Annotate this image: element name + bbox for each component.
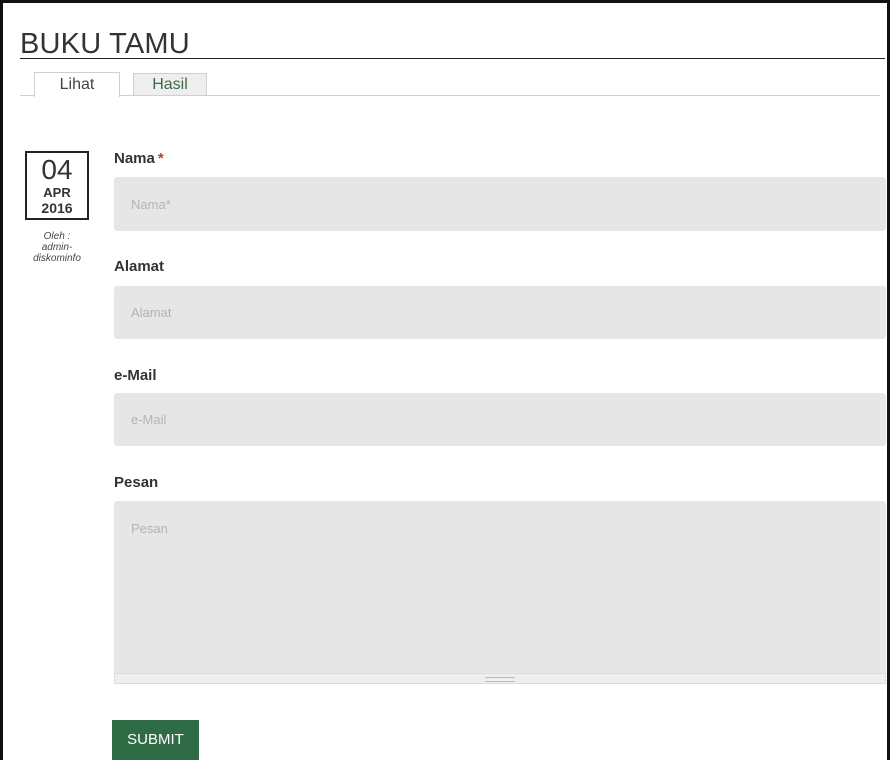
nama-label: Nama * <box>114 150 164 168</box>
nama-label-text: Nama <box>114 150 155 167</box>
post-date-month: APR <box>43 185 71 200</box>
grip-lines-icon <box>485 677 515 682</box>
title-divider <box>20 58 885 59</box>
post-date-badge: 04 APR 2016 <box>25 151 89 220</box>
post-author-byline: Oleh : admin- diskominfo <box>18 231 96 264</box>
alamat-label: Alamat <box>114 258 165 275</box>
tabs-divider <box>20 95 880 96</box>
pesan-textarea[interactable] <box>114 501 886 673</box>
textarea-resize-handle[interactable] <box>114 673 886 684</box>
post-date-day: 04 <box>41 154 73 185</box>
post-date-year: 2016 <box>41 200 73 216</box>
byline-line: diskominfo <box>33 253 81 264</box>
pesan-label: Pesan <box>114 474 159 491</box>
required-marker: * <box>157 150 164 167</box>
nama-input[interactable] <box>114 177 886 231</box>
byline-line: admin- <box>41 242 73 253</box>
byline-line: Oleh : <box>43 231 71 242</box>
alamat-input[interactable] <box>114 286 886 339</box>
page-title: BUKU TAMU <box>20 28 190 60</box>
tab-hasil[interactable]: Hasil <box>133 73 207 95</box>
submit-button[interactable]: SUBMIT <box>112 720 199 760</box>
email-input[interactable] <box>114 393 886 446</box>
tab-lihat[interactable]: Lihat <box>34 72 120 97</box>
email-label: e-Mail <box>114 367 157 384</box>
